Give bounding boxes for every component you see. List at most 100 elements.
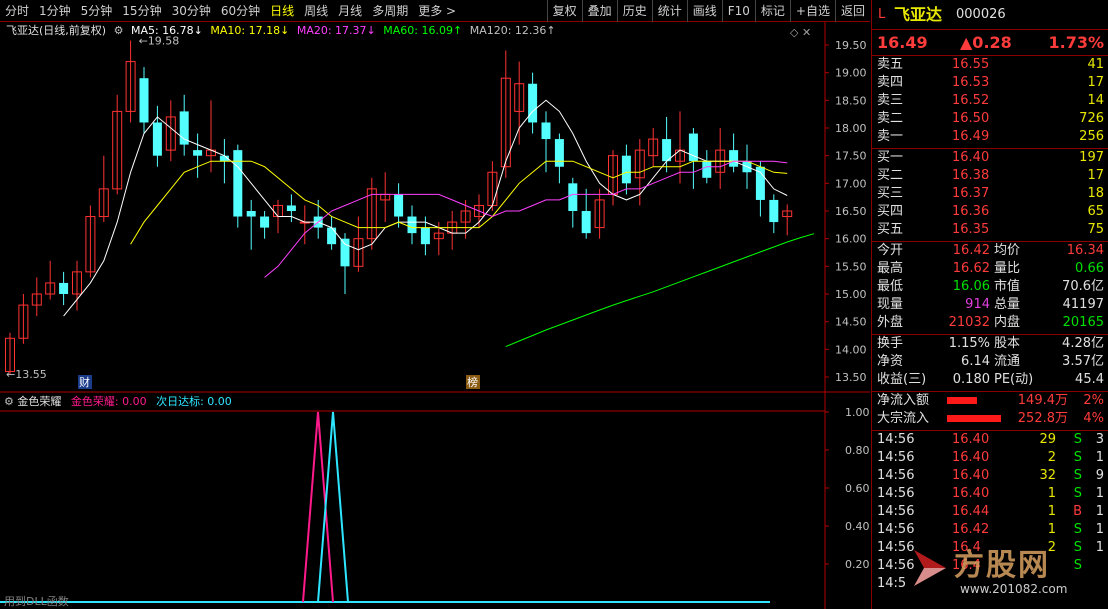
ask-book: 卖五 16.55 41 卖四 16.53 17 卖三 16.52 14 卖二 1… — [872, 56, 1108, 149]
signal-spike-2 — [317, 411, 349, 603]
flow-value: 252.8万 — [1017, 411, 1068, 426]
y-tick-label: 16.00 — [835, 233, 867, 246]
period-tab-5[interactable]: 60分钟 — [216, 0, 265, 22]
period-tab-8[interactable]: 月线 — [333, 0, 367, 22]
toolbar-button-4[interactable]: 画线 — [686, 0, 722, 22]
ma120-label: MA120: 12.36↑ — [469, 24, 556, 37]
flow-label: 净流入额 — [877, 393, 930, 408]
tick-volume: 32 — [1039, 468, 1056, 483]
toolbar-button-2[interactable]: 历史 — [616, 0, 652, 22]
period-tab-1[interactable]: 1分钟 — [34, 0, 76, 22]
tick-count: 1 — [1095, 504, 1104, 519]
kline-chart[interactable]: 19.50 19.00 18.50 18.00 17.50 17.00 16.50 16.00… — [0, 22, 870, 609]
quote-panel: L 飞亚达 000026 16.49 ▲0.28 1.73% 卖五 16.55 … — [871, 0, 1108, 609]
toolbar-button-7[interactable]: +自选 — [789, 0, 835, 22]
bid-row: 买一 16.40 197 — [872, 149, 1108, 167]
bid-volume: 18 — [1087, 186, 1104, 201]
ask-volume: 256 — [1079, 129, 1104, 144]
ask-volume: 14 — [1087, 93, 1104, 108]
chart-header: 飞亚达(日线,前复权) ⚙ MA5: 16.78↓ MA10: 17.18↓ M… — [0, 22, 825, 40]
toolbar-button-3[interactable]: 统计 — [651, 0, 687, 22]
indicator-name[interactable]: 金色荣耀 — [17, 395, 61, 408]
price-change: ▲0.28 — [960, 33, 1012, 52]
indicator-line1: 金色荣耀: 0.00 — [70, 395, 147, 408]
candle-body — [581, 211, 591, 234]
bid-label: 买四 — [877, 204, 904, 219]
tick-volume: 1 — [1047, 486, 1056, 501]
flow-pct: 2% — [1083, 393, 1104, 408]
period-tab-7[interactable]: 周线 — [299, 0, 333, 22]
tick-row: 14:56 16.42 1 S 1 — [872, 521, 1108, 539]
watermark: 方股网 www.201082.com — [902, 538, 1108, 609]
stat-row: 最高 16.62 量比 0.66 — [872, 260, 1108, 278]
period-tab-2[interactable]: 5分钟 — [76, 0, 118, 22]
ask-row: 卖一 16.49 256 — [872, 128, 1108, 146]
stat-value: 16.06 — [952, 279, 990, 294]
ask-price: 16.52 — [952, 93, 990, 108]
tick-time: 14:56 — [877, 504, 915, 519]
signal-spike-1 — [302, 411, 334, 603]
toolbar-button-1[interactable]: 叠加 — [581, 0, 617, 22]
toolbar-button-6[interactable]: 标记 — [754, 0, 790, 22]
tick-row: 14:56 16.40 32 S 9 — [872, 467, 1108, 485]
period-tab-6[interactable]: 日线 — [265, 0, 299, 22]
stat-value: 3.57亿 — [1062, 354, 1104, 369]
candle-body — [554, 139, 564, 167]
indicator-line2: 次日达标: 0.00 — [156, 395, 232, 408]
y-tick-label: 16.50 — [835, 205, 867, 218]
toolbar-button-5[interactable]: F10 — [721, 0, 755, 22]
period-tab-0[interactable]: 分时 — [0, 0, 34, 22]
stat-label: 均价 — [994, 243, 1021, 258]
toolbar-button-8[interactable]: 返回 — [834, 0, 870, 22]
bid-price: 16.35 — [952, 222, 990, 237]
ask-row: 卖四 16.53 17 — [872, 74, 1108, 92]
period-tab-3[interactable]: 15分钟 — [117, 0, 166, 22]
stat-value: 16.62 — [952, 261, 990, 276]
price-change-pct: 1.73% — [1048, 33, 1104, 52]
tick-time: 14:56 — [877, 486, 915, 501]
tick-count: 1 — [1095, 486, 1104, 501]
tick-price: 16.42 — [952, 522, 990, 537]
stock-title-row: L 飞亚达 000026 — [872, 0, 1108, 30]
y-tick-label: 14.00 — [835, 343, 867, 356]
bid-label: 买三 — [877, 186, 904, 201]
stat-value: 6.14 — [961, 354, 990, 369]
period-tab-9[interactable]: 多周期 — [367, 0, 413, 22]
period-tab-10[interactable]: 更多 > — [413, 0, 461, 22]
bid-label: 买五 — [877, 222, 904, 237]
stock-prefix: L — [878, 7, 886, 22]
indicator-header: ⚙ 金色荣耀 金色荣耀: 0.00 次日达标: 0.00 — [0, 393, 232, 411]
stat-row: 现量 914 总量 41197 — [872, 296, 1108, 314]
y-tick-label: 17.00 — [835, 177, 867, 190]
tick-time: 14:56 — [877, 432, 915, 447]
ask-label: 卖三 — [877, 93, 904, 108]
stat-value: 0.66 — [1075, 261, 1104, 276]
y-tick-label: 17.50 — [835, 150, 867, 163]
flow-bar — [947, 415, 1001, 422]
dll-note: 用到DLL函数 — [4, 595, 69, 608]
ma60-line — [505, 233, 815, 348]
ma20-label: MA20: 17.37↓ — [296, 24, 376, 37]
flow-row: 大宗流入 252.8万 4% — [872, 410, 1108, 428]
stat-label: 外盘 — [877, 315, 904, 330]
candle-body — [152, 122, 162, 156]
period-tab-4[interactable]: 30分钟 — [167, 0, 216, 22]
ind-y-tick-label: 0.60 — [845, 482, 870, 495]
candle-body — [59, 282, 69, 294]
toolbar-button-0[interactable]: 复权 — [546, 0, 582, 22]
indicator-settings-icon[interactable]: ⚙ — [4, 395, 14, 408]
ask-price: 16.53 — [952, 75, 990, 90]
stat-value: 1.15% — [948, 336, 990, 351]
tick-row: 14:56 16.40 29 S 3 — [872, 431, 1108, 449]
settings-icon[interactable]: ⚙ — [114, 24, 124, 37]
flow-value: 149.4万 — [1017, 393, 1068, 408]
stats-block-2: 换手 1.15% 股本 4.28亿 净资 6.14 流通 3.57亿 收益(三)… — [872, 335, 1108, 392]
stat-row: 收益(三) 0.180 PE(动) 45.4 — [872, 371, 1108, 389]
ma5-line — [63, 99, 788, 317]
ask-volume: 726 — [1079, 111, 1104, 126]
flow-block: 净流入额 149.4万 2% 大宗流入 252.8万 4% — [872, 392, 1108, 431]
tick-row: 14:56 16.40 2 S 1 — [872, 449, 1108, 467]
stat-label: 内盘 — [994, 315, 1021, 330]
tick-price: 16.40 — [952, 432, 990, 447]
tick-count: 1 — [1095, 450, 1104, 465]
